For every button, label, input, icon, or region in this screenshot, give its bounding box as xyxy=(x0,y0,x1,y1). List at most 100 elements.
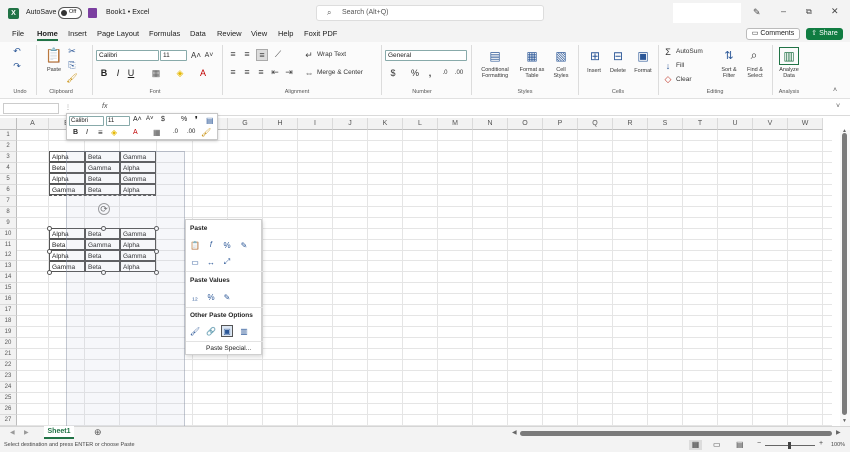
borders-icon[interactable]: ▦ xyxy=(150,67,162,79)
clear-icon[interactable]: ◇ xyxy=(663,74,673,85)
autosave-toggle[interactable]: Off xyxy=(58,7,82,19)
column-header-m[interactable]: M xyxy=(438,118,473,130)
mini-size-select[interactable]: 11 xyxy=(106,116,130,126)
restore-icon[interactable]: ⧉ xyxy=(806,7,812,17)
row-header-25[interactable]: 25 xyxy=(0,393,17,404)
row-header-27[interactable]: 27 xyxy=(0,415,17,426)
mini-currency-icon[interactable]: $ xyxy=(161,116,165,123)
mini-decrease-decimal-icon[interactable]: .00 xyxy=(187,129,195,135)
resize-handle-nw[interactable] xyxy=(47,226,52,231)
mini-increase-decimal-icon[interactable]: .0 xyxy=(173,129,178,135)
undo-icon[interactable]: ↶ xyxy=(10,45,24,57)
format-as-table-icon[interactable]: ▦ xyxy=(522,47,542,64)
redo-icon[interactable]: ↷ xyxy=(10,60,24,72)
column-header-h[interactable]: H xyxy=(263,118,298,130)
find-select-label[interactable]: Find & Select xyxy=(742,67,768,79)
format-cells-icon[interactable]: ▣ xyxy=(633,47,653,64)
row-header-14[interactable]: 14 xyxy=(0,272,17,283)
number-format-select[interactable]: General xyxy=(385,50,467,61)
font-name-select[interactable]: Calibri xyxy=(96,50,159,61)
scroll-left-icon[interactable]: ◀ xyxy=(512,429,517,436)
close-icon[interactable]: ✕ xyxy=(831,6,839,17)
expand-formula-icon[interactable]: ˅ xyxy=(836,103,840,110)
cut-icon[interactable]: ✂ xyxy=(67,46,77,56)
mini-format-painter-icon[interactable]: 🖌 xyxy=(201,128,211,137)
percent-icon[interactable]: % xyxy=(410,67,420,79)
paste-values-number-format-icon[interactable]: % xyxy=(205,291,217,303)
paste-transpose-icon[interactable]: ⤢ xyxy=(221,256,233,268)
merge-center-label[interactable]: Merge & Center xyxy=(317,69,363,76)
column-header-r[interactable]: R xyxy=(613,118,648,130)
font-color-icon[interactable]: A xyxy=(197,67,209,79)
align-top-icon[interactable]: ≡ xyxy=(228,49,238,59)
column-header-w[interactable]: W xyxy=(788,118,823,130)
merge-center-icon[interactable]: ⇔ xyxy=(304,68,314,78)
column-header-p[interactable]: P xyxy=(543,118,578,130)
fill-color-icon[interactable]: ◈ xyxy=(174,67,186,79)
align-bottom-icon[interactable]: ≡ xyxy=(256,49,268,61)
mini-grow-font-icon[interactable]: A˄ xyxy=(133,116,142,123)
tab-home[interactable]: Home xyxy=(37,29,58,38)
conditional-formatting-icon[interactable]: ▤ xyxy=(485,47,505,64)
mini-shrink-font-icon[interactable]: A˅ xyxy=(146,116,154,122)
autosum-label[interactable]: AutoSum xyxy=(676,48,703,55)
paste-link-icon[interactable]: 🔗 xyxy=(205,325,217,337)
font-size-select[interactable]: 11 xyxy=(160,50,187,61)
sheet-tab-sheet1[interactable]: Sheet1 xyxy=(44,426,74,439)
row-header-16[interactable]: 16 xyxy=(0,294,17,305)
increase-indent-icon[interactable]: ⇥ xyxy=(284,67,294,77)
paste-formulas-number-format-icon[interactable]: % xyxy=(221,239,233,251)
save-icon[interactable] xyxy=(88,8,97,18)
mini-bold-icon[interactable]: B xyxy=(73,129,78,136)
orientation-icon[interactable]: ⟋ xyxy=(272,49,284,59)
page-break-view-icon[interactable]: ▤ xyxy=(736,440,744,449)
column-header-n[interactable]: N xyxy=(473,118,508,130)
tab-insert[interactable]: Insert xyxy=(68,29,87,38)
format-as-table-label[interactable]: Format as Table xyxy=(515,67,549,79)
paste-label[interactable]: Paste xyxy=(44,67,64,73)
column-header-l[interactable]: L xyxy=(403,118,438,130)
mini-percent-icon[interactable]: % xyxy=(181,116,187,123)
vertical-scrollbar[interactable]: ▲ ▼ xyxy=(840,128,850,426)
clear-label[interactable]: Clear xyxy=(676,76,692,83)
conditional-formatting-label[interactable]: Conditional Formatting xyxy=(475,67,515,79)
paste-icon[interactable]: 📋 xyxy=(189,239,201,251)
fill-label[interactable]: Fill xyxy=(676,62,684,69)
prev-sheet-icon[interactable]: ◀ xyxy=(10,429,15,436)
row-header-18[interactable]: 18 xyxy=(0,316,17,327)
row-header-12[interactable]: 12 xyxy=(0,250,17,261)
italic-icon[interactable]: I xyxy=(113,67,123,79)
row-header-17[interactable]: 17 xyxy=(0,305,17,316)
column-header-u[interactable]: U xyxy=(718,118,753,130)
mini-center-icon[interactable]: ≡ xyxy=(98,128,103,137)
tab-foxit-pdf[interactable]: Foxit PDF xyxy=(304,29,337,38)
wrap-text-icon[interactable]: ↵ xyxy=(304,50,314,60)
paste-no-borders-icon[interactable]: ▭ xyxy=(189,256,201,268)
fill-icon[interactable]: ↓ xyxy=(663,60,673,71)
paste-keep-source-formatting-icon[interactable]: ✎ xyxy=(238,239,250,251)
share-button[interactable]: ⇧ Share xyxy=(806,28,843,40)
mini-format-table-icon[interactable]: ▤ xyxy=(206,116,214,125)
page-layout-view-icon[interactable]: ▭ xyxy=(713,440,721,449)
currency-icon[interactable]: $ xyxy=(388,67,398,79)
cell-styles-label[interactable]: Cell Styles xyxy=(549,67,573,79)
zoom-out-icon[interactable]: − xyxy=(757,440,761,447)
paste-keep-column-widths-icon[interactable]: ↔ xyxy=(205,256,217,268)
format-cells-label[interactable]: Format xyxy=(630,68,656,74)
zoom-level[interactable]: 100% xyxy=(831,442,845,448)
find-select-icon[interactable]: ⌕ xyxy=(745,46,763,64)
cell-styles-icon[interactable]: ▧ xyxy=(551,47,571,64)
autosum-icon[interactable]: Σ xyxy=(663,46,673,57)
align-left-icon[interactable]: ≡ xyxy=(228,67,238,77)
minimize-icon[interactable]: – xyxy=(781,6,786,16)
formula-input[interactable] xyxy=(114,103,837,114)
column-header-o[interactable]: O xyxy=(508,118,543,130)
mini-comma-icon[interactable]: ❜ xyxy=(195,115,198,124)
paste-values-source-formatting-icon[interactable]: ✎ xyxy=(221,291,233,303)
wrap-text-label[interactable]: Wrap Text xyxy=(317,51,346,58)
align-right-icon[interactable]: ≡ xyxy=(256,67,266,77)
analyze-data-label[interactable]: Analyze Data xyxy=(775,67,803,79)
collapse-ribbon-icon[interactable]: ˄ xyxy=(833,87,837,94)
row-header-5[interactable]: 5 xyxy=(0,174,17,185)
mini-italic-icon[interactable]: I xyxy=(86,129,88,136)
